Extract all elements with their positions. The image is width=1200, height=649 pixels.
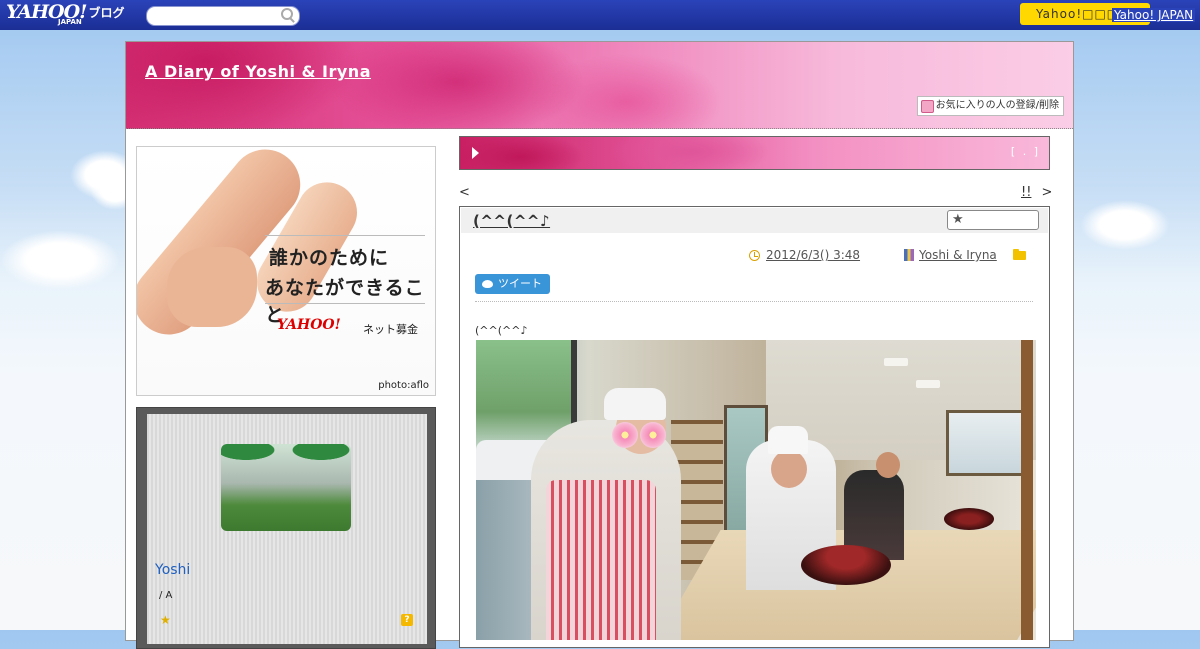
yahoo-japan-link[interactable]: Yahoo! JAPAN (1112, 8, 1196, 22)
donation-banner[interactable]: 誰かのために あなたができること YAHOO! ネット募金 photo:aflo (136, 146, 436, 396)
profile-name[interactable]: Yoshi (155, 562, 190, 578)
clock-icon (749, 250, 760, 261)
photo-window (946, 410, 1032, 476)
yahoo-topbar: YAHOO! JAPAN ブログ Yahoo!□□□ Yahoo! JAPAN (0, 0, 1200, 30)
photo-man-hat (768, 426, 808, 454)
tweet-button[interactable]: ツイート (475, 274, 550, 294)
cloud-decoration (0, 230, 120, 290)
profile-box: Yoshi / A ★ ? (136, 407, 436, 649)
search-input[interactable] (146, 6, 300, 26)
article-date[interactable]: 2012/6/3() 3:48 (766, 248, 860, 262)
search-icon[interactable] (281, 8, 293, 20)
yahoo-blog-logo[interactable]: YAHOO! JAPAN ブログ (6, 2, 125, 28)
banner-line1: 誰かのために (269, 247, 390, 269)
article-author[interactable]: Yoshi & Iryna (919, 248, 997, 262)
blog-title[interactable]: A Diary of Yoshi & Iryna (145, 62, 371, 81)
article-title[interactable]: (^^(^^♪ (473, 212, 576, 230)
photo-man-head (771, 450, 807, 488)
divider (475, 301, 1033, 302)
star-icon[interactable]: ★ (160, 614, 172, 626)
blog-label: ブログ (88, 6, 125, 20)
divider (265, 303, 425, 304)
category-bracket[interactable]: [ . ] (1011, 145, 1040, 158)
play-arrow-icon (472, 147, 479, 159)
photo-bowl (801, 545, 891, 585)
photo-woman2-head (876, 452, 900, 478)
article-body-text: (^^(^^♪ (475, 324, 528, 337)
star-icon: ★ (952, 212, 964, 227)
photo-lamp (916, 380, 940, 388)
article: (^^(^^♪ ★ 2012/6/3() 3:48 Yoshi & Iryna … (459, 206, 1050, 648)
prev-article-link[interactable]: < (459, 185, 470, 200)
cloud-decoration (1080, 200, 1170, 250)
book-icon (904, 249, 914, 261)
folder-icon[interactable] (1013, 249, 1026, 260)
heart-icon (920, 100, 934, 113)
handshake-graphic (167, 247, 257, 327)
favorite-button-label: お気に入りの人の登録/削除 (935, 100, 1059, 111)
banner-credit: photo:aflo (378, 380, 429, 391)
next-marker[interactable]: !! (1021, 185, 1031, 200)
category-bar: [ . ] (459, 136, 1050, 170)
twitter-bird-icon (482, 280, 493, 288)
flower-icon (612, 422, 638, 448)
photo-woman-hat (604, 388, 666, 420)
photo-pillar (1021, 340, 1033, 640)
photo-apron (546, 480, 656, 640)
tweet-button-label: ツイート (498, 277, 542, 290)
logo-sub: JAPAN (58, 18, 82, 26)
question-icon[interactable]: ? (401, 614, 413, 626)
divider (265, 235, 425, 236)
profile-inner: Yoshi / A ★ ? (147, 414, 427, 644)
next-article-link[interactable]: > (1041, 185, 1052, 200)
photo-bowl (944, 508, 994, 530)
next-article-nav: !! > (1021, 185, 1052, 200)
favorite-button[interactable]: お気に入りの人の登録/削除 (916, 96, 1064, 116)
photo-lamp (884, 358, 908, 366)
star-button[interactable]: ★ (947, 210, 1039, 230)
banner-yahoo-logo: YAHOO! (277, 317, 341, 333)
article-header: (^^(^^♪ ★ (461, 208, 1048, 233)
blog-page: A Diary of Yoshi & Iryna お気に入りの人の登録/削除 誰… (125, 41, 1074, 649)
article-title-text: (^^(^^♪ (473, 212, 551, 230)
banner-service: ネット募金 (363, 323, 418, 336)
profile-photo[interactable] (221, 444, 351, 531)
profile-subtitle: / A (159, 590, 173, 601)
blog-header: A Diary of Yoshi & Iryna お気に入りの人の登録/削除 (126, 42, 1073, 129)
flower-icon (640, 422, 666, 448)
article-photo[interactable] (476, 340, 1036, 640)
